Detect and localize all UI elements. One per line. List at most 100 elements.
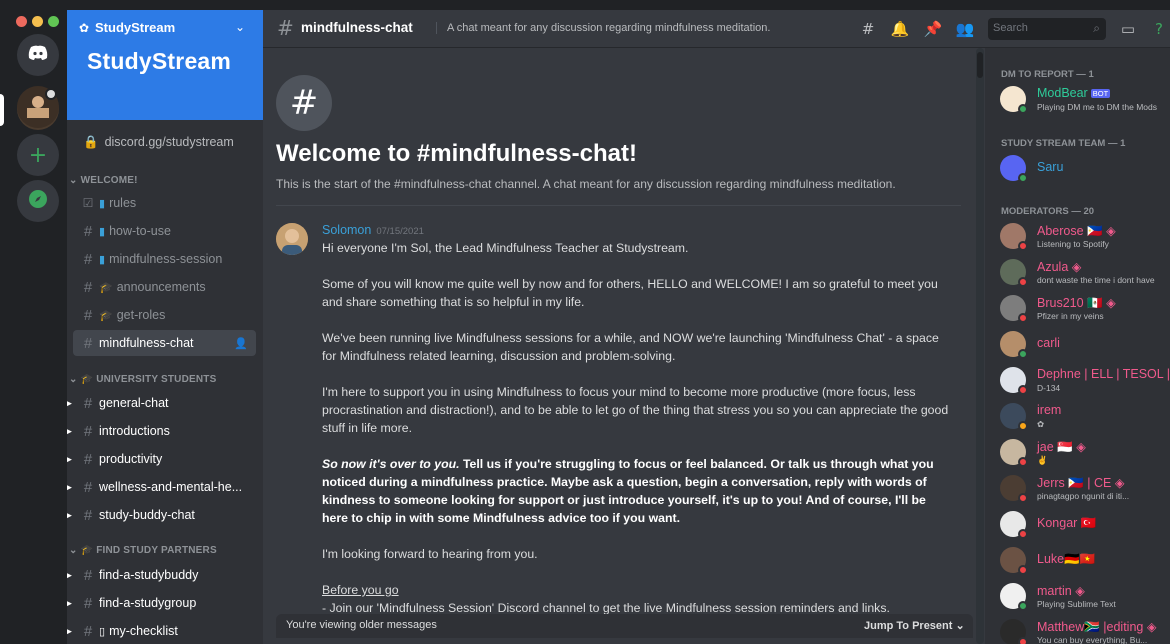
- member-item[interactable]: Kongar 🇹🇷: [1000, 509, 1170, 541]
- home-button[interactable]: [17, 34, 59, 76]
- member-item[interactable]: irem ✿: [1000, 401, 1170, 433]
- explore-servers-button[interactable]: [17, 180, 59, 222]
- member-category: STUDY STREAM TEAM — 1: [1001, 138, 1126, 149]
- chevron-down-icon: ⌄: [955, 620, 965, 632]
- member-name: Jerrs 🇵🇭 | CE ◈: [1037, 476, 1125, 490]
- hash-icon: #: [83, 450, 93, 468]
- member-item[interactable]: ModBear BOT Playing DM me to DM the Mods: [1000, 84, 1170, 116]
- chevron-down-icon: ⌄: [69, 175, 81, 186]
- jump-to-present-button[interactable]: Jump To Present ⌄: [864, 619, 965, 632]
- category-university-students[interactable]: ⌄ 🎓 UNIVERSITY STUDENTS: [69, 374, 217, 385]
- author-name: Solomon: [322, 223, 372, 237]
- member-category: DM TO REPORT — 1: [1001, 69, 1094, 80]
- inbox-icon[interactable]: ▭: [1118, 19, 1138, 39]
- channel-productivity[interactable]: ▶ # productivity: [67, 446, 256, 472]
- member-name: ModBear BOT: [1037, 86, 1111, 100]
- server-name[interactable]: StudyStream: [95, 20, 175, 35]
- channel-introductions[interactable]: ▶ # introductions: [67, 418, 256, 444]
- help-icon[interactable]: ?: [1149, 19, 1169, 39]
- category-welcome[interactable]: ⌄ WELCOME!: [69, 175, 138, 186]
- scrollbar-thumb[interactable]: [977, 52, 983, 78]
- channel-mindfulness-chat[interactable]: # mindfulness-chat 👤: [73, 330, 256, 356]
- channel-label: mindfulness-session: [109, 252, 223, 266]
- message-paragraph: We've been running live Mindfulness sess…: [322, 331, 939, 363]
- threads-icon[interactable]: #: [858, 19, 878, 39]
- member-item[interactable]: Saru: [1000, 153, 1170, 185]
- channel-label: introductions: [99, 424, 170, 438]
- status-online-icon: [1018, 173, 1028, 183]
- channel-find-a-studybuddy[interactable]: ▶ # find-a-studybuddy: [67, 562, 256, 588]
- member-item[interactable]: Brus210 🇲🇽 ◈ Pfizer in my veins: [1000, 293, 1170, 325]
- pin-icon[interactable]: 📌: [923, 19, 943, 39]
- member-activity: You can buy everything, Bu...: [1037, 635, 1148, 644]
- hash-icon: #: [83, 278, 93, 296]
- search-input[interactable]: Search ⌕: [988, 18, 1106, 40]
- channel-study-buddy-chat[interactable]: ▶ # study-buddy-chat: [67, 502, 256, 528]
- thread-arrow-icon: ▶: [67, 625, 72, 636]
- invite-link[interactable]: 🔒 discord.gg/studystream: [83, 135, 234, 150]
- channel-general-chat[interactable]: ▶ # general-chat: [67, 390, 256, 416]
- status-idle-icon: [1018, 421, 1028, 431]
- channel-label: find-a-studygroup: [99, 596, 197, 610]
- member-item[interactable]: Azula ◈ dont waste the time i dont have: [1000, 257, 1170, 289]
- status-dnd-icon: [1018, 313, 1028, 323]
- server-badge-icon: ✿: [79, 21, 90, 35]
- maximize-window-button[interactable]: [48, 16, 59, 27]
- member-list: DM TO REPORT — 1 ModBear BOT Playing DM m…: [985, 48, 1170, 644]
- member-item[interactable]: Aberose 🇵🇭 ◈ Listening to Spotify: [1000, 221, 1170, 253]
- hash-icon: #: [83, 306, 93, 324]
- member-activity: D-134: [1037, 383, 1061, 393]
- minimize-window-button[interactable]: [32, 16, 43, 27]
- close-window-button[interactable]: [16, 16, 27, 27]
- channel-announcements[interactable]: # 🎓 announcements: [73, 274, 256, 300]
- member-item[interactable]: jae 🇸🇬 ◈ ✌: [1000, 437, 1170, 469]
- category-find-study-partners[interactable]: ⌄ 🎓 FIND STUDY PARTNERS: [69, 545, 217, 556]
- channel-find-a-studygroup[interactable]: ▶ # find-a-studygroup: [67, 590, 256, 616]
- server-icon-studystream[interactable]: [17, 86, 59, 130]
- channel-topic[interactable]: A chat meant for any discussion regardin…: [436, 22, 770, 34]
- member-item[interactable]: Matthew🇿🇦 |editing ◈ You can buy everythi…: [1000, 617, 1170, 644]
- add-server-button[interactable]: +: [17, 134, 59, 176]
- channel-wellness[interactable]: ▶ # wellness-and-mental-he...: [67, 474, 256, 500]
- thread-arrow-icon: ▶: [67, 597, 72, 608]
- channel-my-checklist[interactable]: ▶ # ▯ my-checklist: [67, 618, 256, 644]
- book-icon: ▮: [99, 225, 106, 238]
- channel-label: announcements: [116, 280, 206, 294]
- welcome-title: Welcome to #mindfulness-chat!: [276, 140, 637, 167]
- member-item[interactable]: carli: [1000, 329, 1170, 361]
- channel-how-to-use[interactable]: # ▮ how-to-use: [73, 218, 256, 244]
- channel-get-roles[interactable]: # 🎓 get-roles: [73, 302, 256, 328]
- avatar[interactable]: [276, 223, 308, 255]
- channel-mindfulness-session[interactable]: # ▮ mindfulness-session: [73, 246, 256, 272]
- discord-window: + ✿ StudyStream ⌄ StudyStream 🔒 discord.g…: [0, 0, 1170, 644]
- divider: [276, 205, 961, 206]
- graduation-cap-icon: 🎓: [99, 281, 113, 294]
- status-dnd-icon: [1018, 493, 1028, 503]
- member-item[interactable]: Luke🇩🇪🇻🇳: [1000, 545, 1170, 577]
- message-author[interactable]: Solomon 07/15/2021: [322, 223, 424, 237]
- scrollbar-track[interactable]: [976, 48, 984, 644]
- member-name: Dephne | ELL | TESOL |...: [1037, 367, 1170, 381]
- category-label: WELCOME!: [80, 175, 138, 186]
- member-item[interactable]: martin ◈ Playing Sublime Text: [1000, 581, 1170, 613]
- hash-icon: #: [83, 394, 93, 412]
- checkbox-icon: ☑: [82, 196, 94, 210]
- server-banner[interactable]: ✿ StudyStream ⌄ StudyStream: [67, 10, 263, 120]
- plus-icon: +: [28, 142, 48, 168]
- member-item[interactable]: Jerrs 🇵🇭 | CE ◈ pinagtagpo ngunit di iti.…: [1000, 473, 1170, 505]
- lock-icon: 🔒: [83, 135, 99, 149]
- member-item[interactable]: Dephne | ELL | TESOL |... D-134: [1000, 365, 1170, 397]
- member-name: Aberose 🇵🇭 ◈: [1037, 224, 1116, 238]
- category-label: FIND STUDY PARTNERS: [96, 545, 217, 556]
- book-icon: ▮: [99, 197, 106, 210]
- member-activity: ✌: [1037, 455, 1048, 465]
- channel-label: study-buddy-chat: [99, 508, 195, 522]
- add-member-icon[interactable]: 👤: [234, 337, 248, 350]
- channel-rules[interactable]: ☑ ▮ rules: [73, 190, 256, 216]
- channel-sidebar: ✿ StudyStream ⌄ StudyStream 🔒 discord.gg/…: [67, 10, 263, 644]
- chevron-down-icon[interactable]: ⌄: [235, 20, 245, 34]
- member-list-icon[interactable]: 👥: [955, 19, 975, 39]
- bell-icon[interactable]: 🔔: [890, 19, 910, 39]
- member-name: carli: [1037, 336, 1060, 350]
- hash-icon: #: [83, 622, 93, 640]
